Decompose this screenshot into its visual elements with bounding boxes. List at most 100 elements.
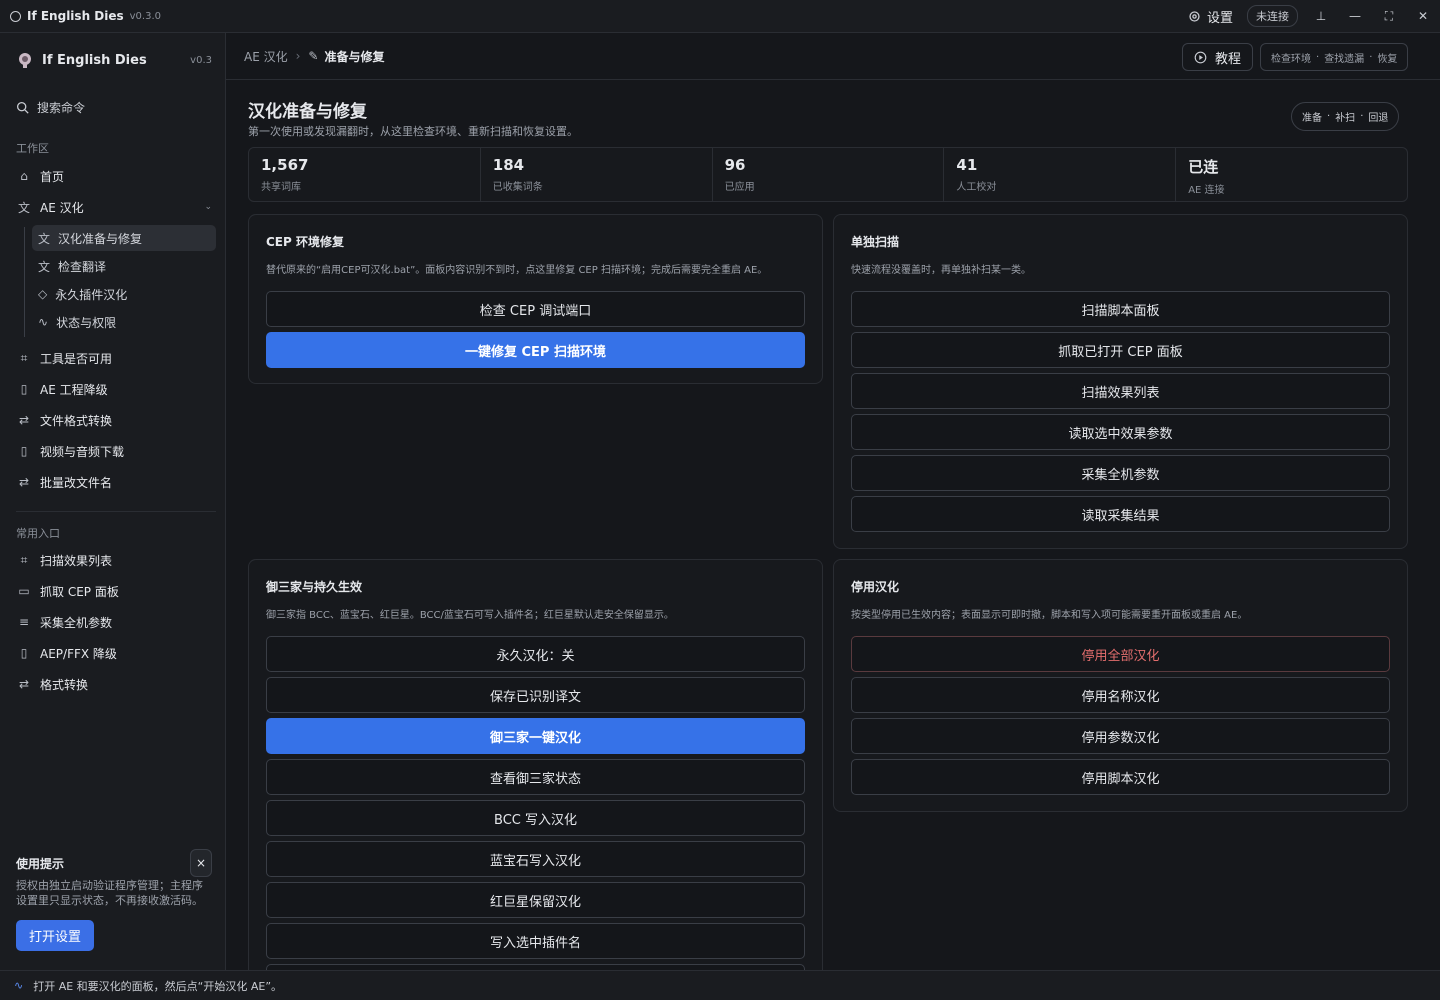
save-translations-button[interactable]: 保存已识别译文 [266,677,805,713]
gear-icon [1189,10,1200,22]
brand: If English Dies v0.3 [16,51,212,69]
tip-close-button[interactable]: × [190,849,212,877]
subnav-label: 检查翻译 [58,259,107,274]
database-icon: ≡ [18,615,30,629]
tip-title: 使用提示 [16,857,65,871]
nav-ae-downgrade[interactable]: ▯ AE 工程降级 [16,376,212,402]
nav-collect-params[interactable]: ≡ 采集全机参数 [16,609,212,635]
tutorial-button[interactable]: 教程 [1182,43,1254,71]
close-icon: ✕ [1417,9,1429,23]
home-icon: ⌂ [20,169,28,183]
stats-strip: 1,567 共享词库 184 已收集词条 96 已应用 41 人工校对 已连 AE 连接 [248,147,1408,202]
subnav-permanent-plugin[interactable]: ◇ 永久插件汉化 [32,281,216,307]
nav-batch-rename[interactable]: ⇄ 批量改文件名 [16,469,212,495]
stat-collected: 184 已收集词条 [481,148,713,201]
pulse-icon: ∿ [14,979,24,992]
translate-icon: 文 [17,200,30,215]
breadcrumb-separator: › [295,49,301,63]
breadcrumb-parent[interactable]: AE 汉化 [244,48,288,65]
stat-applied: 96 已应用 [713,148,945,201]
collect-params-button[interactable]: 采集全机参数 [851,455,1390,491]
step-rollback[interactable]: 回退 [1368,109,1388,124]
disable-all-button[interactable]: 停用全部汉化 [851,636,1390,672]
status-bar: ∿ 打开 AE 和要汉化的面板，然后点“开始汉化 AE”。 [0,970,1440,1000]
search-command[interactable]: 搜索命令 [16,99,85,116]
repeat-icon: ⇄ [18,475,30,489]
quick-check-env[interactable]: 检查环境 [1271,50,1311,65]
card-title: 单独扫描 [851,235,900,249]
nav-home-label: 首页 [40,169,65,184]
stat-label: 共享词库 [261,182,301,193]
big-three-status-button[interactable]: 查看御三家状态 [266,759,805,795]
minimize-button[interactable]: — [1338,0,1372,33]
panel-icon: ▭ [18,584,30,598]
stat-label: 人工校对 [956,182,997,193]
nav-home[interactable]: ⌂ 首页 [16,163,212,189]
check-cep-port-button[interactable]: 检查 CEP 调试端口 [266,291,805,327]
write-plugin-name-button[interactable]: 写入选中插件名 [266,923,805,959]
stat-value: 184 [492,156,525,174]
maximize-icon: ⛶ [1384,8,1394,23]
nav-label: 采集全机参数 [40,615,113,630]
app-title: If English Dies [27,9,124,23]
settings-button[interactable]: 设置 [1188,7,1233,26]
subnav-prepare-repair[interactable]: 文 汉化准备与修复 [32,225,216,251]
nav-tool-availability[interactable]: ⌗ 工具是否可用 [16,345,212,371]
sapphire-write-button[interactable]: 蓝宝石写入汉化 [266,841,805,877]
page-title: 汉化准备与修复 [248,102,367,122]
step-rescan[interactable]: 补扫 [1335,109,1355,124]
open-settings-button[interactable]: 打开设置 [16,920,95,951]
disable-scripts-button[interactable]: 停用脚本汉化 [851,759,1390,795]
big-three-localize-button[interactable]: 御三家一键汉化 [266,718,805,754]
subnav-check-translation[interactable]: 文 检查翻译 [32,253,216,279]
subnav-guide-line [24,227,25,337]
status-text: 打开 AE 和要汉化的面板，然后点“开始汉化 AE”。 [33,979,283,993]
scan-script-panel-button[interactable]: 扫描脚本面板 [851,291,1390,327]
repair-cep-button[interactable]: 一键修复 CEP 扫描环境 [266,332,805,368]
disable-names-button[interactable]: 停用名称汉化 [851,677,1390,713]
section-workspace: 工作区 [16,142,49,155]
maximize-button[interactable]: ⛶ [1372,0,1406,33]
translate-icon: 文 [38,231,51,246]
nav-aep-ffx-downgrade[interactable]: ▯ AEP/FFX 降级 [16,640,212,666]
pin-icon: ⊥ [1315,9,1327,23]
stat-ae-connection: 已连 AE 连接 [1176,148,1407,201]
dot-separator: · [1316,51,1320,63]
quick-find-missing[interactable]: 查找遗漏 [1324,50,1364,65]
card-desc: 按类型停用已生效内容；表面显示可即时撤，脚本和写入项可能需要重开面板或重启 AE… [851,610,1248,621]
stat-shared-lexicon: 1,567 共享词库 [249,148,481,201]
grab-cep-panel-button[interactable]: 抓取已打开 CEP 面板 [851,332,1390,368]
breadcrumb-current-label: 准备与修复 [324,49,385,64]
read-results-button[interactable]: 读取采集结果 [851,496,1390,532]
read-effect-params-button[interactable]: 读取选中效果参数 [851,414,1390,450]
scan-effects-button[interactable]: 扫描效果列表 [851,373,1390,409]
nav-label: 批量改文件名 [40,475,113,490]
card-desc: 御三家指 BCC、蓝宝石、红巨星。BCC/蓝宝石可写入插件名；红巨星默认走安全保… [266,610,674,621]
dot-separator: · [1327,111,1331,122]
breadcrumb: AE 汉化 › ✎ 准备与修复 [226,33,1440,80]
disable-params-button[interactable]: 停用参数汉化 [851,718,1390,754]
wrench-icon: ✎ [308,49,319,63]
pin-button[interactable]: ⊥ [1304,0,1338,33]
nav-media-download[interactable]: ▯ 视频与音频下载 [16,438,212,464]
dot-separator: · [1360,111,1364,122]
stat-value: 1,567 [261,156,309,174]
nav-grab-cep[interactable]: ▭ 抓取 CEP 面板 [16,578,212,604]
bcc-write-button[interactable]: BCC 写入汉化 [266,800,805,836]
subnav-label: 状态与权限 [56,315,117,330]
step-prepare[interactable]: 准备 [1302,109,1322,124]
quick-restore[interactable]: 恢复 [1377,50,1397,65]
red-giant-keep-button[interactable]: 红巨星保留汉化 [266,882,805,918]
subnav-status-permissions[interactable]: ∿ 状态与权限 [32,309,216,335]
permanent-toggle-button[interactable]: 永久汉化：关 [266,636,805,672]
card-desc: 替代原来的“启用CEP可汉化.bat”。面板内容识别不到时，点这里修复 CEP … [266,265,768,276]
minimize-icon: — [1349,9,1361,23]
nav-ae-localize[interactable]: 文 AE 汉化 ⌄ [16,194,212,220]
nav-file-convert[interactable]: ⇄ 文件格式转换 [16,407,212,433]
close-window-button[interactable]: ✕ [1406,0,1440,33]
nav-format-convert[interactable]: ⇄ 格式转换 [16,671,212,697]
section-common: 常用入口 [16,527,60,540]
nav-scan-effects[interactable]: ⌗ 扫描效果列表 [16,547,212,573]
search-label: 搜索命令 [37,101,86,115]
plugin-icon: ◇ [38,287,48,301]
